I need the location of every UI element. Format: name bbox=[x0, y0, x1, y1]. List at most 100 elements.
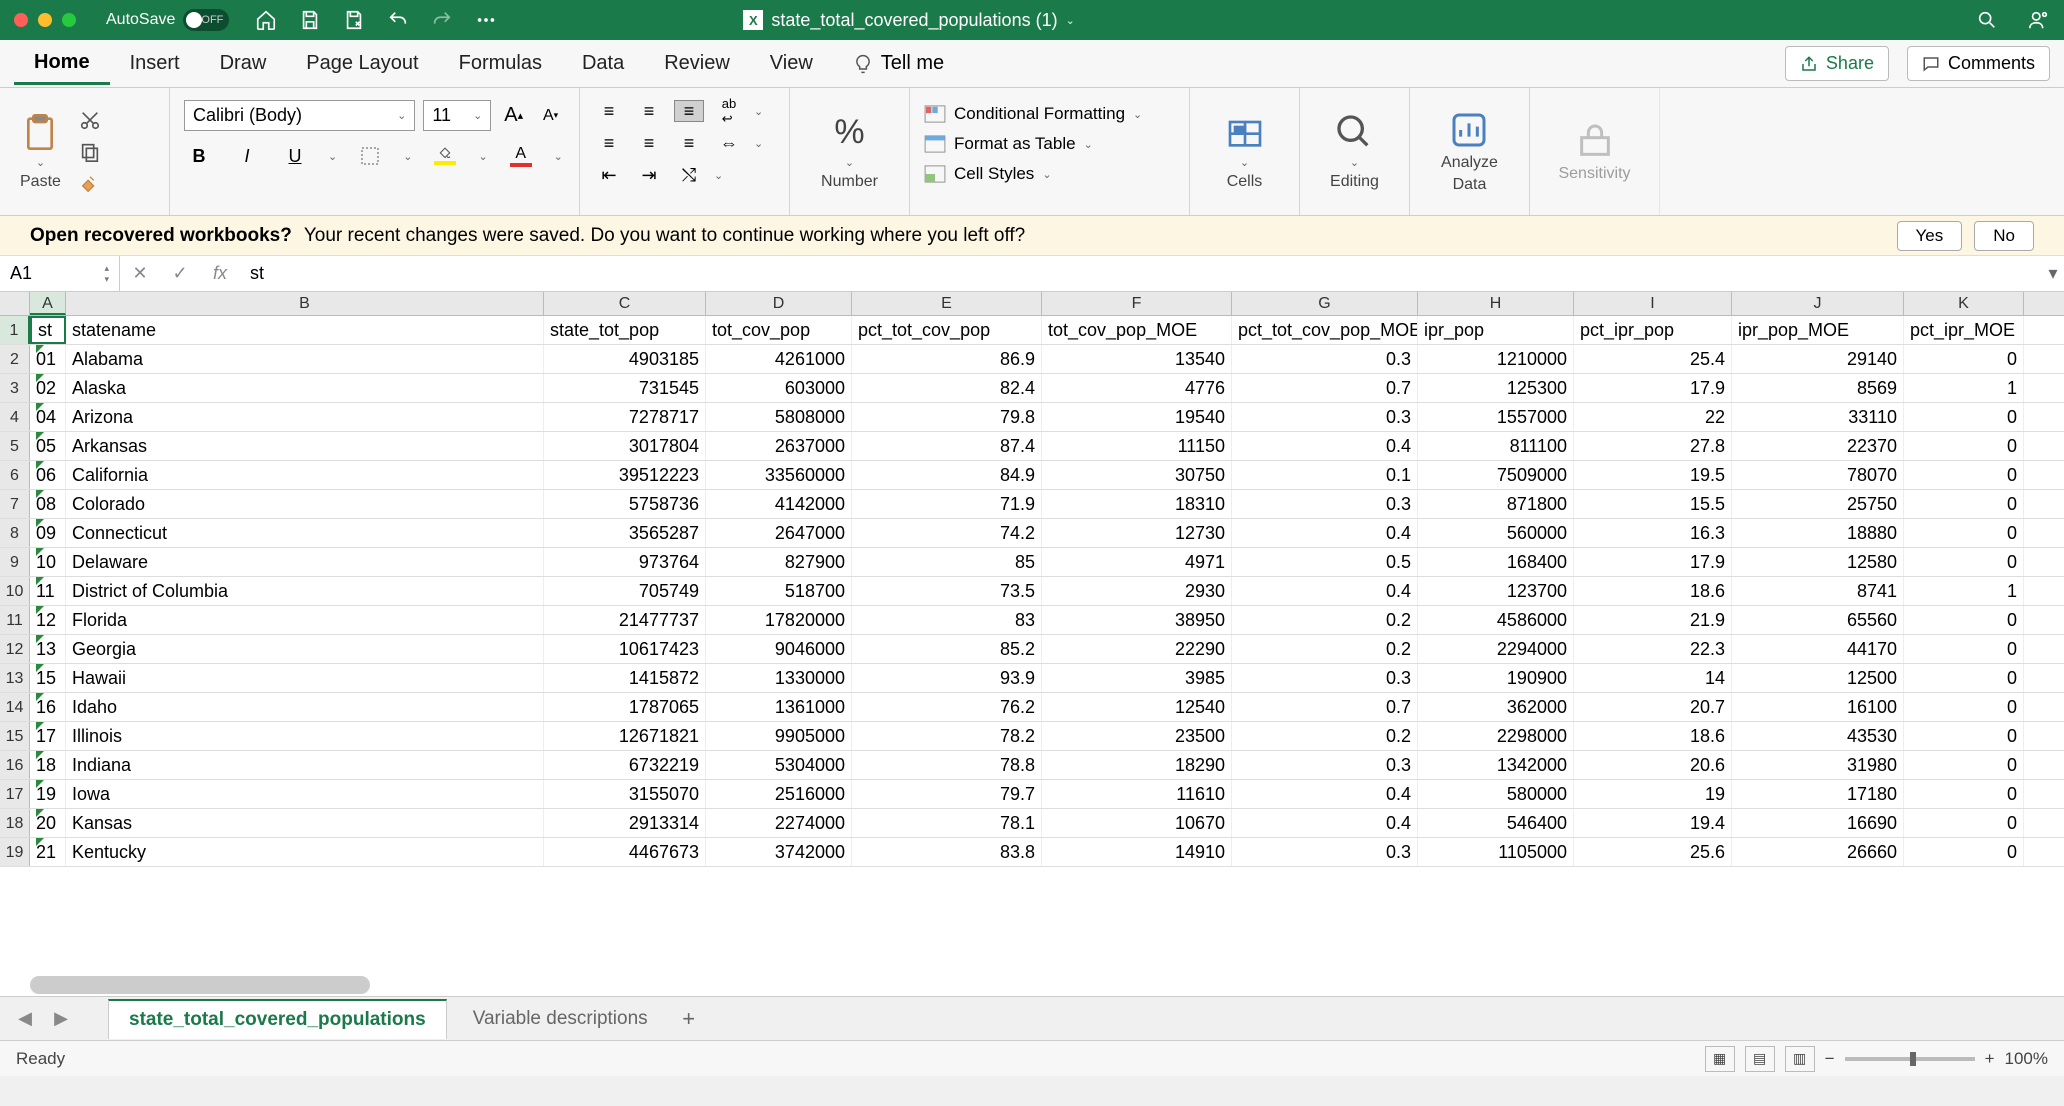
data-cell[interactable]: Arizona bbox=[66, 403, 544, 431]
data-cell[interactable]: 18290 bbox=[1042, 751, 1232, 779]
data-cell[interactable]: 12500 bbox=[1732, 664, 1904, 692]
data-cell[interactable]: 0.4 bbox=[1232, 577, 1418, 605]
increase-indent-icon[interactable]: ⇥ bbox=[634, 164, 664, 186]
data-cell[interactable]: 87.4 bbox=[852, 432, 1042, 460]
analyze-data-button[interactable]: AnalyzeData bbox=[1435, 106, 1504, 198]
column-header[interactable]: D bbox=[706, 292, 852, 315]
data-cell[interactable]: 16690 bbox=[1732, 809, 1904, 837]
decrease-indent-icon[interactable]: ⇤ bbox=[594, 164, 624, 186]
home-icon[interactable] bbox=[255, 9, 277, 31]
minimize-window-button[interactable] bbox=[38, 13, 52, 27]
zoom-out-button[interactable]: − bbox=[1825, 1049, 1835, 1069]
data-cell[interactable]: 125300 bbox=[1418, 374, 1574, 402]
data-cell[interactable]: 123700 bbox=[1418, 577, 1574, 605]
data-cell[interactable]: 79.8 bbox=[852, 403, 1042, 431]
row-header[interactable]: 12 bbox=[0, 635, 30, 663]
data-cell[interactable]: 12730 bbox=[1042, 519, 1232, 547]
tab-view[interactable]: View bbox=[750, 44, 833, 83]
data-cell[interactable]: Kansas bbox=[66, 809, 544, 837]
tell-me[interactable]: Tell me bbox=[833, 52, 964, 75]
data-cell[interactable]: 0 bbox=[1904, 664, 2024, 692]
data-cell[interactable]: 21477737 bbox=[544, 606, 706, 634]
row-header[interactable]: 4 bbox=[0, 403, 30, 431]
data-cell[interactable]: 2637000 bbox=[706, 432, 852, 460]
data-cell[interactable]: 811100 bbox=[1418, 432, 1574, 460]
data-cell[interactable]: 17.9 bbox=[1574, 374, 1732, 402]
data-cell[interactable]: 7509000 bbox=[1418, 461, 1574, 489]
data-cell[interactable]: Florida bbox=[66, 606, 544, 634]
formula-input[interactable]: st bbox=[240, 256, 2042, 291]
data-cell[interactable]: 2930 bbox=[1042, 577, 1232, 605]
row-header[interactable]: 11 bbox=[0, 606, 30, 634]
data-cell[interactable]: 0 bbox=[1904, 606, 2024, 634]
search-icon[interactable] bbox=[1976, 9, 1998, 31]
data-cell[interactable]: 0 bbox=[1904, 838, 2024, 866]
maximize-window-button[interactable] bbox=[62, 13, 76, 27]
fx-icon[interactable]: fx bbox=[200, 256, 240, 291]
data-cell[interactable]: 4142000 bbox=[706, 490, 852, 518]
data-cell[interactable]: 0.3 bbox=[1232, 490, 1418, 518]
data-cell[interactable]: 71.9 bbox=[852, 490, 1042, 518]
column-header[interactable]: G bbox=[1232, 292, 1418, 315]
data-cell[interactable]: 8741 bbox=[1732, 577, 1904, 605]
data-cell[interactable]: 78070 bbox=[1732, 461, 1904, 489]
header-cell[interactable]: pct_ipr_MOE bbox=[1904, 316, 2024, 344]
cell-styles-button[interactable]: Cell Styles⌄ bbox=[924, 162, 1175, 186]
column-header[interactable]: J bbox=[1732, 292, 1904, 315]
data-cell[interactable]: 0.7 bbox=[1232, 693, 1418, 721]
normal-view-icon[interactable]: ▦ bbox=[1705, 1046, 1735, 1072]
data-cell[interactable]: 82.4 bbox=[852, 374, 1042, 402]
data-cell[interactable]: 9905000 bbox=[706, 722, 852, 750]
data-cell[interactable]: Georgia bbox=[66, 635, 544, 663]
data-cell[interactable]: Alaska bbox=[66, 374, 544, 402]
data-cell[interactable]: 731545 bbox=[544, 374, 706, 402]
data-cell[interactable]: 05 bbox=[30, 432, 66, 460]
data-cell[interactable]: 0 bbox=[1904, 693, 2024, 721]
data-cell[interactable]: 0.2 bbox=[1232, 722, 1418, 750]
column-header[interactable]: B bbox=[66, 292, 544, 315]
data-cell[interactable]: 78.8 bbox=[852, 751, 1042, 779]
data-cell[interactable]: 13540 bbox=[1042, 345, 1232, 373]
data-cell[interactable]: 0 bbox=[1904, 809, 2024, 837]
header-cell[interactable]: pct_ipr_pop bbox=[1574, 316, 1732, 344]
column-header[interactable]: H bbox=[1418, 292, 1574, 315]
data-cell[interactable]: 1105000 bbox=[1418, 838, 1574, 866]
data-cell[interactable]: 20.6 bbox=[1574, 751, 1732, 779]
row-header[interactable]: 16 bbox=[0, 751, 30, 779]
data-cell[interactable]: 10670 bbox=[1042, 809, 1232, 837]
data-cell[interactable]: 18880 bbox=[1732, 519, 1904, 547]
data-cell[interactable]: 78.2 bbox=[852, 722, 1042, 750]
data-cell[interactable]: 74.2 bbox=[852, 519, 1042, 547]
data-cell[interactable]: 0.4 bbox=[1232, 519, 1418, 547]
data-cell[interactable]: 22.3 bbox=[1574, 635, 1732, 663]
data-cell[interactable]: 2913314 bbox=[544, 809, 706, 837]
data-cell[interactable]: 39512223 bbox=[544, 461, 706, 489]
redo-icon[interactable] bbox=[431, 9, 453, 31]
share-button[interactable]: Share bbox=[1785, 46, 1889, 81]
row-header[interactable]: 17 bbox=[0, 780, 30, 808]
data-cell[interactable]: 21 bbox=[30, 838, 66, 866]
data-cell[interactable]: 06 bbox=[30, 461, 66, 489]
data-cell[interactable]: 17 bbox=[30, 722, 66, 750]
data-cell[interactable]: 76.2 bbox=[852, 693, 1042, 721]
horizontal-scrollbar[interactable] bbox=[30, 976, 370, 994]
data-cell[interactable]: 25750 bbox=[1732, 490, 1904, 518]
account-icon[interactable] bbox=[2028, 9, 2050, 31]
data-cell[interactable]: 11150 bbox=[1042, 432, 1232, 460]
sheet-tab-active[interactable]: state_total_covered_populations bbox=[108, 999, 447, 1039]
row-header[interactable]: 9 bbox=[0, 548, 30, 576]
select-all-corner[interactable] bbox=[0, 292, 30, 315]
data-cell[interactable]: 0 bbox=[1904, 751, 2024, 779]
data-cell[interactable]: 0 bbox=[1904, 461, 2024, 489]
data-cell[interactable]: 4261000 bbox=[706, 345, 852, 373]
data-cell[interactable]: 17820000 bbox=[706, 606, 852, 634]
conditional-formatting-button[interactable]: Conditional Formatting⌄ bbox=[924, 102, 1175, 126]
data-cell[interactable]: 0 bbox=[1904, 548, 2024, 576]
data-cell[interactable]: 1557000 bbox=[1418, 403, 1574, 431]
data-cell[interactable]: 84.9 bbox=[852, 461, 1042, 489]
header-cell[interactable]: pct_tot_cov_pop bbox=[852, 316, 1042, 344]
data-cell[interactable]: 65560 bbox=[1732, 606, 1904, 634]
row-header[interactable]: 8 bbox=[0, 519, 30, 547]
data-cell[interactable]: 0.2 bbox=[1232, 635, 1418, 663]
tab-review[interactable]: Review bbox=[644, 44, 750, 83]
